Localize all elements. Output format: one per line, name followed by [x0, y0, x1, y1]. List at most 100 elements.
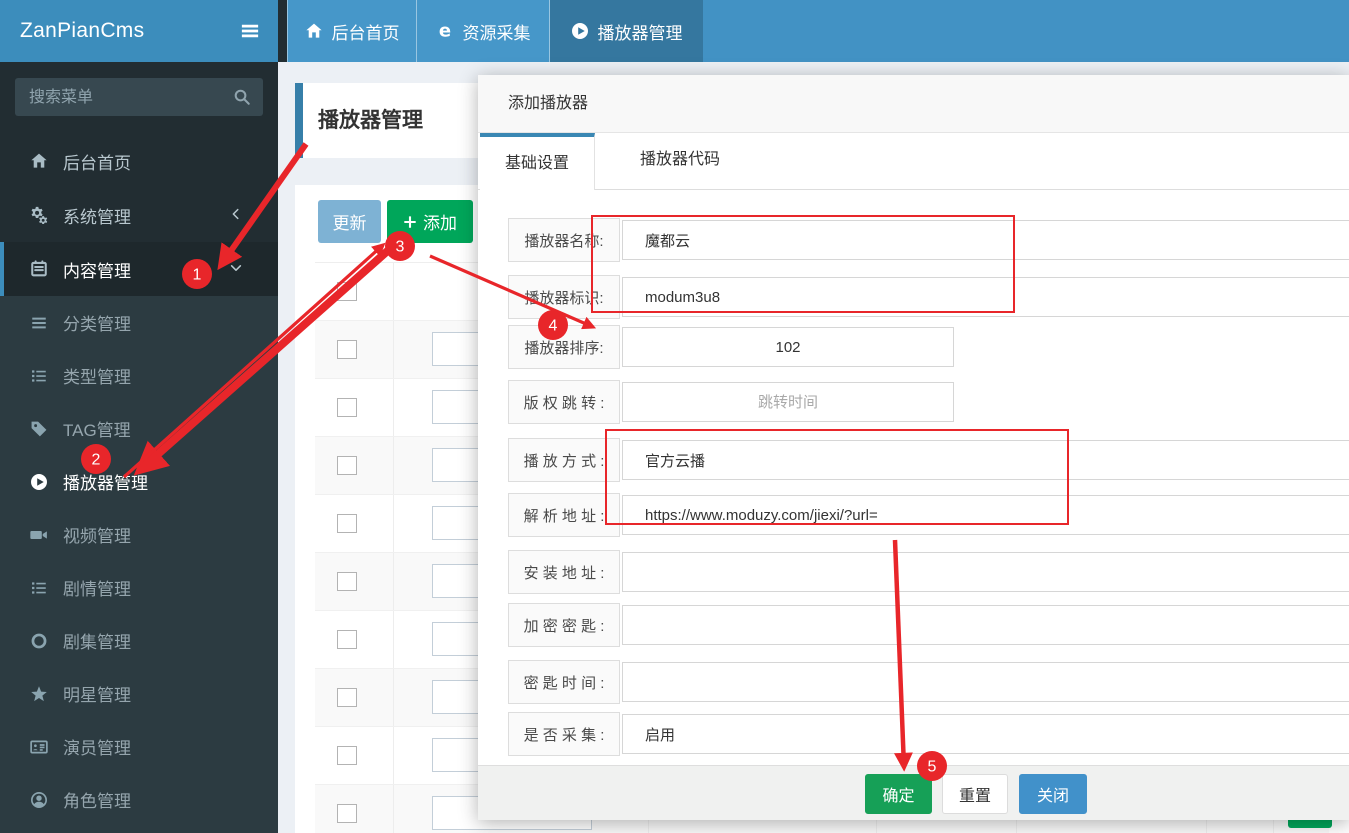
row-checkbox[interactable] [337, 340, 357, 359]
field-input-9[interactable] [622, 662, 1349, 702]
sidebar-item-label: 后台首页 [63, 153, 131, 173]
search-icon[interactable] [233, 88, 251, 106]
book-icon [28, 260, 50, 278]
sidebar-subitem-label: 剧集管理 [63, 633, 131, 652]
sidebar-subitem-演员管理[interactable]: 演员管理 [0, 720, 278, 773]
sidebar-item-label: 内容管理 [63, 261, 131, 281]
form-row-2: 播放器标识: [478, 275, 1349, 319]
column-divider [393, 321, 394, 378]
nav-tab-2[interactable]: e 资源采集 [417, 0, 550, 62]
sidebar-subitem-label: TAG管理 [63, 421, 131, 440]
sidebar-item-2[interactable]: 系统管理 [0, 188, 278, 242]
row-checkbox[interactable] [337, 572, 357, 591]
field-label: 密 匙 时 间 : [508, 660, 620, 704]
sidebar-subitem-TAG管理[interactable]: TAG管理 [0, 402, 278, 455]
sidebar-subitem-label: 视频管理 [63, 527, 131, 546]
confirm-button[interactable]: 确定 [865, 774, 932, 814]
field-label: 版 权 跳 转 : [508, 380, 620, 424]
sidebar-subitem-分类管理[interactable]: 分类管理 [0, 296, 278, 349]
field-input-10[interactable] [622, 714, 1349, 754]
sidebar-item-1[interactable]: 后台首页 [0, 134, 278, 188]
user-circle-icon [28, 791, 50, 809]
field-input-2[interactable] [622, 277, 1349, 317]
svg-text:e: e [438, 22, 450, 40]
video-icon [28, 526, 50, 544]
row-checkbox[interactable] [337, 688, 357, 707]
column-divider [393, 437, 394, 494]
sidebar-subitem-剧情管理[interactable]: 剧情管理 [0, 561, 278, 614]
sidebar-subitem-label: 演员管理 [63, 739, 131, 758]
dialog-title: 添加播放器 [508, 95, 589, 112]
field-input-8[interactable] [622, 605, 1349, 645]
chevron-left-icon [229, 207, 243, 221]
home-icon [305, 22, 323, 40]
form-row-3: 播放器排序: [478, 325, 1349, 369]
row-checkbox[interactable] [337, 804, 357, 823]
field-input-4[interactable] [622, 382, 954, 422]
gears-icon [28, 206, 50, 224]
column-divider [393, 379, 394, 436]
field-label: 播放器名称: [508, 218, 620, 262]
sidebar-subitem-label: 分类管理 [63, 315, 131, 334]
field-input-6[interactable] [622, 495, 1349, 535]
sidebar-toggle-icon[interactable] [238, 21, 262, 41]
row-checkbox[interactable] [337, 514, 357, 533]
field-input-1[interactable] [622, 220, 1349, 260]
field-label: 解 析 地 址 : [508, 493, 620, 537]
sidebar-subitem-label: 类型管理 [63, 368, 131, 387]
close-button[interactable]: 关闭 [1019, 774, 1087, 814]
sidebar-subitem-播放器管理[interactable]: 播放器管理 [0, 455, 278, 508]
navbar-divider [278, 0, 287, 62]
sidebar-subitem-剧集管理[interactable]: 剧集管理 [0, 614, 278, 667]
sidebar-subitem-label: 播放器管理 [63, 474, 148, 493]
column-divider [393, 669, 394, 726]
dialog-tab-2[interactable]: 播放器代码 [595, 133, 765, 189]
update-button[interactable]: 更新 [318, 200, 381, 243]
row-checkbox[interactable] [337, 282, 357, 301]
column-divider [393, 263, 394, 320]
add-button[interactable]: 添加 [387, 200, 473, 243]
sidebar-subitem-类型管理[interactable]: 类型管理 [0, 349, 278, 402]
column-divider [393, 611, 394, 668]
field-input-7[interactable] [622, 552, 1349, 592]
sidebar-subitem-角色管理[interactable]: 角色管理 [0, 773, 278, 826]
sidebar-item-3[interactable]: 内容管理 [0, 242, 278, 296]
row-checkbox[interactable] [337, 456, 357, 475]
add-player-dialog: 添加播放器 基础设置 播放器代码 播放器名称: 播放器标识: 播放器排序: 版 权 跳 … [478, 75, 1349, 820]
reset-button[interactable]: 重置 [942, 774, 1008, 814]
row-checkbox[interactable] [337, 746, 357, 765]
list-icon [28, 367, 50, 385]
column-divider [393, 553, 394, 610]
sidebar-submenu: 分类管理类型管理 TAG管理播放器管理视频管理剧情管理剧集管理明星管理演员管理角色… [0, 296, 278, 833]
dialog-tab-label: 基础设置 [504, 155, 569, 172]
id-card-icon [28, 738, 50, 756]
page-title: 播放器管理 [318, 109, 423, 132]
menu-search-input[interactable] [27, 78, 226, 118]
form-row-4: 版 权 跳 转 : [478, 380, 1349, 424]
nav-tab-1[interactable]: 后台首页 [287, 0, 417, 62]
nav-tab-label: 后台首页 [331, 23, 400, 43]
star-icon [28, 685, 50, 703]
sidebar-subitem-明星管理[interactable]: 明星管理 [0, 667, 278, 720]
sidebar-subitem-label: 剧情管理 [63, 580, 131, 599]
form-row-8: 加 密 密 匙 : [478, 603, 1349, 647]
dialog-tab-1[interactable]: 基础设置 [480, 133, 595, 190]
e-logo-icon: e [436, 22, 454, 40]
nav-tab-3[interactable]: 播放器管理 [550, 0, 703, 62]
plus-icon [403, 215, 417, 229]
field-input-5[interactable] [622, 440, 1349, 480]
field-label: 播放器标识: [508, 275, 620, 319]
row-checkbox[interactable] [337, 398, 357, 417]
form-row-6: 解 析 地 址 : [478, 493, 1349, 537]
sidebar-item-label: 系统管理 [63, 207, 131, 227]
form-row-9: 密 匙 时 间 : [478, 660, 1349, 704]
field-input-3[interactable] [622, 327, 954, 367]
dialog-titlebar[interactable]: 添加播放器 [478, 75, 1349, 133]
column-divider [393, 495, 394, 552]
list-icon [28, 579, 50, 597]
row-checkbox[interactable] [337, 630, 357, 649]
brand-logo[interactable]: ZanPianCms [20, 0, 144, 62]
add-button-label: 添加 [423, 214, 457, 233]
field-label: 安 装 地 址 : [508, 550, 620, 594]
sidebar-subitem-视频管理[interactable]: 视频管理 [0, 508, 278, 561]
